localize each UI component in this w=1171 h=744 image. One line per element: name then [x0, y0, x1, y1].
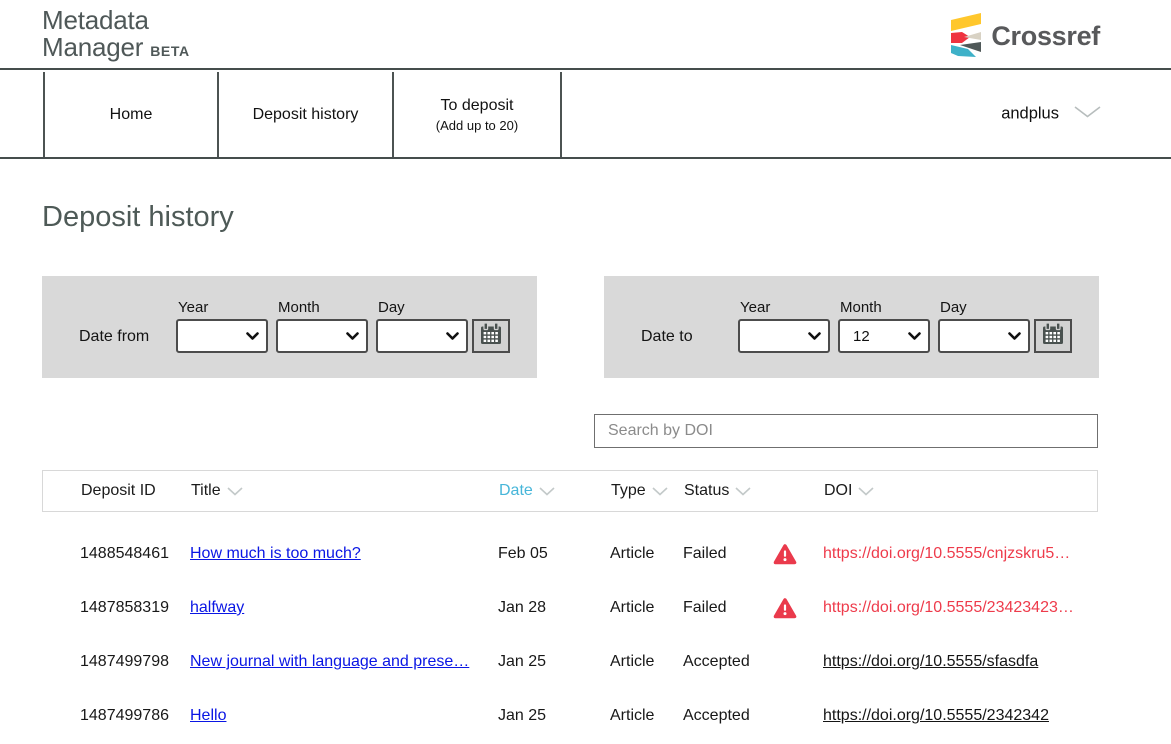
deposit-type: Article	[610, 599, 654, 617]
page-title: Deposit history	[42, 201, 234, 234]
date-to-label: Date to	[641, 328, 693, 346]
status-label: Failed	[683, 545, 727, 563]
warning-icon	[773, 543, 797, 565]
date-to-month-group: Month 12	[838, 299, 930, 353]
calendar-icon	[479, 322, 503, 351]
day-label: Day	[940, 299, 1072, 316]
day-label: Day	[378, 299, 510, 316]
date-from-calendar-button[interactable]	[472, 319, 510, 353]
nav-item-home[interactable]: Home	[43, 72, 217, 157]
title-link[interactable]: New journal with language and prese…	[190, 653, 469, 671]
deposit-id: 1487858319	[80, 599, 169, 617]
deposit-date: Jan 25	[498, 653, 546, 671]
nav-item-deposit-history[interactable]: Deposit history	[217, 72, 392, 157]
user-menu[interactable]: andplus	[1001, 105, 1101, 124]
app-logo-line1: Metadata	[42, 7, 190, 34]
deposit-id: 1488548461	[80, 545, 169, 563]
date-to-day-group: Day	[938, 299, 1072, 353]
chevron-down-icon	[1074, 105, 1101, 124]
app-logo-line2: ManagerBETA	[42, 34, 190, 65]
table-header: Deposit ID Title Date Type Status DOI	[42, 470, 1098, 512]
date-to-filter: Date to Year Month 12 Day	[604, 276, 1099, 378]
deposit-id: 1487499798	[80, 653, 169, 671]
column-header-title[interactable]: Title	[191, 482, 243, 500]
sort-chevron-icon	[735, 487, 751, 496]
date-to-calendar-button[interactable]	[1034, 319, 1072, 353]
sort-chevron-icon	[652, 487, 668, 496]
status-label: Accepted	[683, 653, 750, 671]
chevron-down-icon	[246, 332, 259, 341]
date-from-year-select[interactable]	[176, 319, 268, 353]
year-label: Year	[740, 299, 830, 316]
nav-item-to-deposit-sublabel: (Add up to 20)	[436, 118, 518, 133]
chevron-down-icon	[1008, 332, 1021, 341]
chevron-down-icon	[908, 332, 921, 341]
crossref-logo: Crossref	[950, 11, 1100, 61]
status-label: Failed	[683, 599, 727, 617]
doi-link[interactable]: https://doi.org/10.5555/sfasdfa	[823, 653, 1038, 671]
deposit-type: Article	[610, 653, 654, 671]
sort-chevron-icon	[858, 487, 874, 496]
sort-chevron-icon	[539, 487, 555, 496]
table-body: 1488548461 How much is too much? Feb 05 …	[42, 527, 1098, 743]
column-header-doi[interactable]: DOI	[824, 482, 874, 500]
table-row: 1487858319 halfway Jan 28 Article Failed…	[42, 581, 1098, 635]
date-from-year-group: Year	[176, 299, 268, 353]
beta-badge: BETA	[150, 43, 189, 59]
deposit-id: 1487499786	[80, 707, 169, 725]
column-header-type[interactable]: Type	[611, 482, 668, 500]
date-to-day-select[interactable]	[938, 319, 1030, 353]
column-header-status[interactable]: Status	[684, 482, 751, 500]
column-header-date[interactable]: Date	[499, 482, 555, 500]
month-label: Month	[278, 299, 368, 316]
date-from-day-group: Day	[376, 299, 510, 353]
top-header: Metadata ManagerBETA Crossref	[0, 0, 1171, 70]
title-link[interactable]: How much is too much?	[190, 545, 361, 563]
search-input[interactable]	[594, 414, 1098, 448]
year-label: Year	[178, 299, 268, 316]
nav-item-to-deposit[interactable]: To deposit (Add up to 20)	[392, 72, 562, 157]
deposit-date: Jan 25	[498, 707, 546, 725]
date-to-year-select[interactable]	[738, 319, 830, 353]
title-link[interactable]: halfway	[190, 599, 244, 617]
doi-link[interactable]: https://doi.org/10.5555/23423423…	[823, 599, 1074, 617]
date-from-label: Date from	[79, 328, 149, 346]
app-logo[interactable]: Metadata ManagerBETA	[42, 7, 190, 65]
chevron-down-icon	[808, 332, 821, 341]
sort-chevron-icon	[227, 487, 243, 496]
doi-link[interactable]: https://doi.org/10.5555/2342342	[823, 707, 1049, 725]
deposit-type: Article	[610, 545, 654, 563]
deposit-date: Feb 05	[498, 545, 548, 563]
date-from-day-select[interactable]	[376, 319, 468, 353]
crossref-wordmark: Crossref	[991, 21, 1100, 52]
status-label: Accepted	[683, 707, 750, 725]
column-header-deposit-id: Deposit ID	[81, 482, 156, 500]
crossref-chevrons-icon	[950, 11, 982, 62]
main-nav: Home Deposit history To deposit (Add up …	[0, 72, 1171, 159]
chevron-down-icon	[446, 332, 459, 341]
warning-icon	[773, 597, 797, 619]
title-link[interactable]: Hello	[190, 707, 226, 725]
table-row: 1487499798 New journal with language and…	[42, 635, 1098, 689]
metadata-manager-app: Metadata ManagerBETA Crossref Home	[0, 0, 1171, 744]
date-from-month-select[interactable]	[276, 319, 368, 353]
date-from-month-group: Month	[276, 299, 368, 353]
calendar-icon	[1041, 322, 1065, 351]
date-from-filter: Date from Year Month Day	[42, 276, 537, 378]
deposit-type: Article	[610, 707, 654, 725]
table-row: 1487499786 Hello Jan 25 Article Accepted…	[42, 689, 1098, 743]
date-to-month-select[interactable]: 12	[838, 319, 930, 353]
nav-cells: Home Deposit history To deposit (Add up …	[43, 72, 562, 157]
deposit-date: Jan 28	[498, 599, 546, 617]
user-menu-label: andplus	[1001, 105, 1059, 124]
month-label: Month	[840, 299, 930, 316]
date-to-year-group: Year	[738, 299, 830, 353]
table-row: 1488548461 How much is too much? Feb 05 …	[42, 527, 1098, 581]
chevron-down-icon	[346, 332, 359, 341]
doi-link[interactable]: https://doi.org/10.5555/cnjzskru5…	[823, 545, 1070, 563]
